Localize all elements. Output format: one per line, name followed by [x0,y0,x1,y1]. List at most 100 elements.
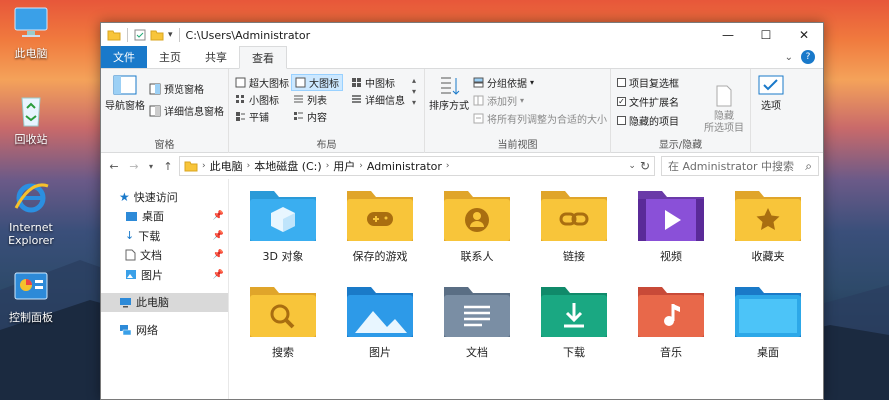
star-icon: ★ [119,189,130,204]
breadcrumb-item[interactable]: Administrator [367,160,442,173]
new-folder-icon[interactable] [150,29,164,41]
folder-item-favorites[interactable]: 收藏夹 [724,185,812,264]
nav-item-desktop[interactable]: 桌面 📌 [101,207,228,227]
recent-locations-button[interactable]: ▾ [145,155,157,177]
control-panel-icon [14,272,48,300]
chevron-down-icon[interactable]: ▾ [168,30,173,40]
nav-item-downloads[interactable]: ↓ 下载 📌 [101,226,228,246]
folder-item-3d-objects[interactable]: 3D 对象 [239,185,327,264]
navigation-pane-icon [113,75,137,95]
star-icon [735,191,801,241]
maximize-button[interactable]: ☐ [747,23,785,47]
folder-item-links[interactable]: 链接 [530,185,618,264]
tab-home[interactable]: 主页 [147,46,193,68]
chevron-right-icon[interactable]: › [326,161,330,171]
desktop-icon-this-pc[interactable]: 此电脑 [0,6,62,60]
folder-item-saved-games[interactable]: 保存的游戏 [336,185,424,264]
desktop-icon-control-panel[interactable]: 控制面板 [0,270,62,324]
pin-icon[interactable]: 📌 [213,231,224,241]
size-columns-button[interactable]: 将所有列调整为合适的大小 [473,111,607,126]
checkbox[interactable] [617,116,626,125]
layout-medium-icons[interactable]: 中图标 [351,75,395,90]
tab-file[interactable]: 文件 [101,46,147,68]
tab-share[interactable]: 共享 [193,46,239,68]
checkbox-checked[interactable]: ✓ [617,97,626,106]
chevron-right-icon[interactable]: › [359,161,363,171]
breadcrumb-item[interactable]: 此电脑 [210,158,243,174]
preview-pane-icon [149,83,161,94]
nav-item-network[interactable]: 网络 [101,320,228,340]
content-icon [294,112,303,120]
tab-view[interactable]: 查看 [239,46,287,69]
desktop-icon-internet-explorer[interactable]: Internet Explorer [0,180,62,247]
breadcrumb-item[interactable]: 用户 [333,158,355,174]
minimize-button[interactable]: — [709,23,747,47]
layout-scroll[interactable]: ▴ ▾ ▾ [412,75,416,108]
options-icon [758,75,784,95]
checkbox[interactable] [617,78,626,87]
layout-list[interactable]: 列表 [293,92,327,107]
file-extensions-toggle[interactable]: ✓ 文件扩展名 [617,94,679,109]
hidden-items-toggle[interactable]: 隐藏的项目 [617,113,679,128]
layout-tiles[interactable]: 平铺 [235,109,269,124]
sort-by-button[interactable]: 排序方式 [429,75,469,113]
nav-item-quick-access[interactable]: ★ 快速访问 [101,187,228,207]
cube-icon [250,191,316,241]
forward-button[interactable]: → [125,155,143,177]
options-button[interactable]: 选项 [753,75,789,113]
chevron-right-icon[interactable]: › [446,161,450,171]
document-icon [125,249,136,261]
search-icon: ⌕ [805,158,812,173]
tiles-icon [236,112,245,121]
folder-item-pictures[interactable]: 图片 [336,281,424,360]
folder-icon [107,30,121,41]
ribbon-group-options: 选项 [751,69,791,153]
chevron-right-icon[interactable]: › [247,161,251,171]
pin-icon[interactable]: 📌 [213,270,224,280]
divider [178,28,180,42]
details-pane-button[interactable]: 详细信息窗格 [149,103,224,118]
ribbon-group-layout: 超大图标 大图标 中图标 小图标 列表 详细信息 平铺 内容 ▴ ▾ ▾ 布局 [229,69,425,153]
address-box[interactable]: › 此电脑 › 本地磁盘 (C:) › 用户 › Administrator ›… [179,156,655,176]
search-input[interactable]: 在 Administrator 中搜索 ⌕ [661,156,819,176]
pin-icon[interactable]: 📌 [213,211,224,221]
layout-extra-large-icons[interactable]: 超大图标 [235,75,289,90]
nav-item-this-pc[interactable]: 此电脑 [101,292,228,312]
folder-item-downloads[interactable]: 下载 [530,281,618,360]
item-checkboxes-toggle[interactable]: 项目复选框 [617,75,679,90]
chevron-down-icon[interactable]: ⌄ [785,52,793,63]
chevron-right-icon[interactable]: › [202,161,206,171]
ribbon-group-show-hide: 项目复选框 ✓ 文件扩展名 隐藏的项目 隐藏 所选项目 显示/隐藏 [611,69,751,153]
layout-large-icons[interactable]: 大图标 [291,74,343,91]
folder-item-videos[interactable]: 视频 [627,185,715,264]
group-label: 窗格 [154,140,175,151]
nav-item-documents[interactable]: 文档 📌 [101,246,228,266]
close-button[interactable]: ✕ [785,23,823,47]
preview-pane-button[interactable]: 预览窗格 [149,81,204,96]
medium-icons-icon [352,78,361,87]
help-icon[interactable]: ? [801,50,815,64]
nav-item-pictures[interactable]: 图片 📌 [101,265,228,285]
nav-pane-button[interactable]: 导航窗格 [105,75,145,113]
back-button[interactable]: ← [105,155,123,177]
network-icon [120,324,132,335]
refresh-icon[interactable]: ↻ [640,159,650,173]
title-bar: ▾ C:\Users\Administrator — ☐ ✕ [101,23,823,47]
layout-small-icons[interactable]: 小图标 [235,92,279,107]
up-button[interactable]: ↑ [159,155,177,177]
size-columns-icon [473,113,484,124]
add-columns-button[interactable]: 添加列 ▾ [473,93,524,108]
folder-item-music[interactable]: 音乐 [627,281,715,360]
chevron-down-icon[interactable]: ⌄ [628,161,636,171]
desktop-icon-recycle-bin[interactable]: 回收站 [0,92,62,146]
layout-content[interactable]: 内容 [293,109,327,124]
layout-details[interactable]: 详细信息 [351,92,405,107]
folder-item-documents[interactable]: 文档 [433,281,521,360]
group-by-button[interactable]: 分组依据 ▾ [473,75,534,90]
folder-item-contacts[interactable]: 联系人 [433,185,521,264]
folder-item-desktop[interactable]: 桌面 [724,281,812,360]
pin-icon[interactable]: 📌 [213,250,224,260]
breadcrumb-item[interactable]: 本地磁盘 (C:) [254,158,321,174]
properties-icon[interactable] [134,29,146,41]
folder-item-searches[interactable]: 搜索 [239,281,327,360]
